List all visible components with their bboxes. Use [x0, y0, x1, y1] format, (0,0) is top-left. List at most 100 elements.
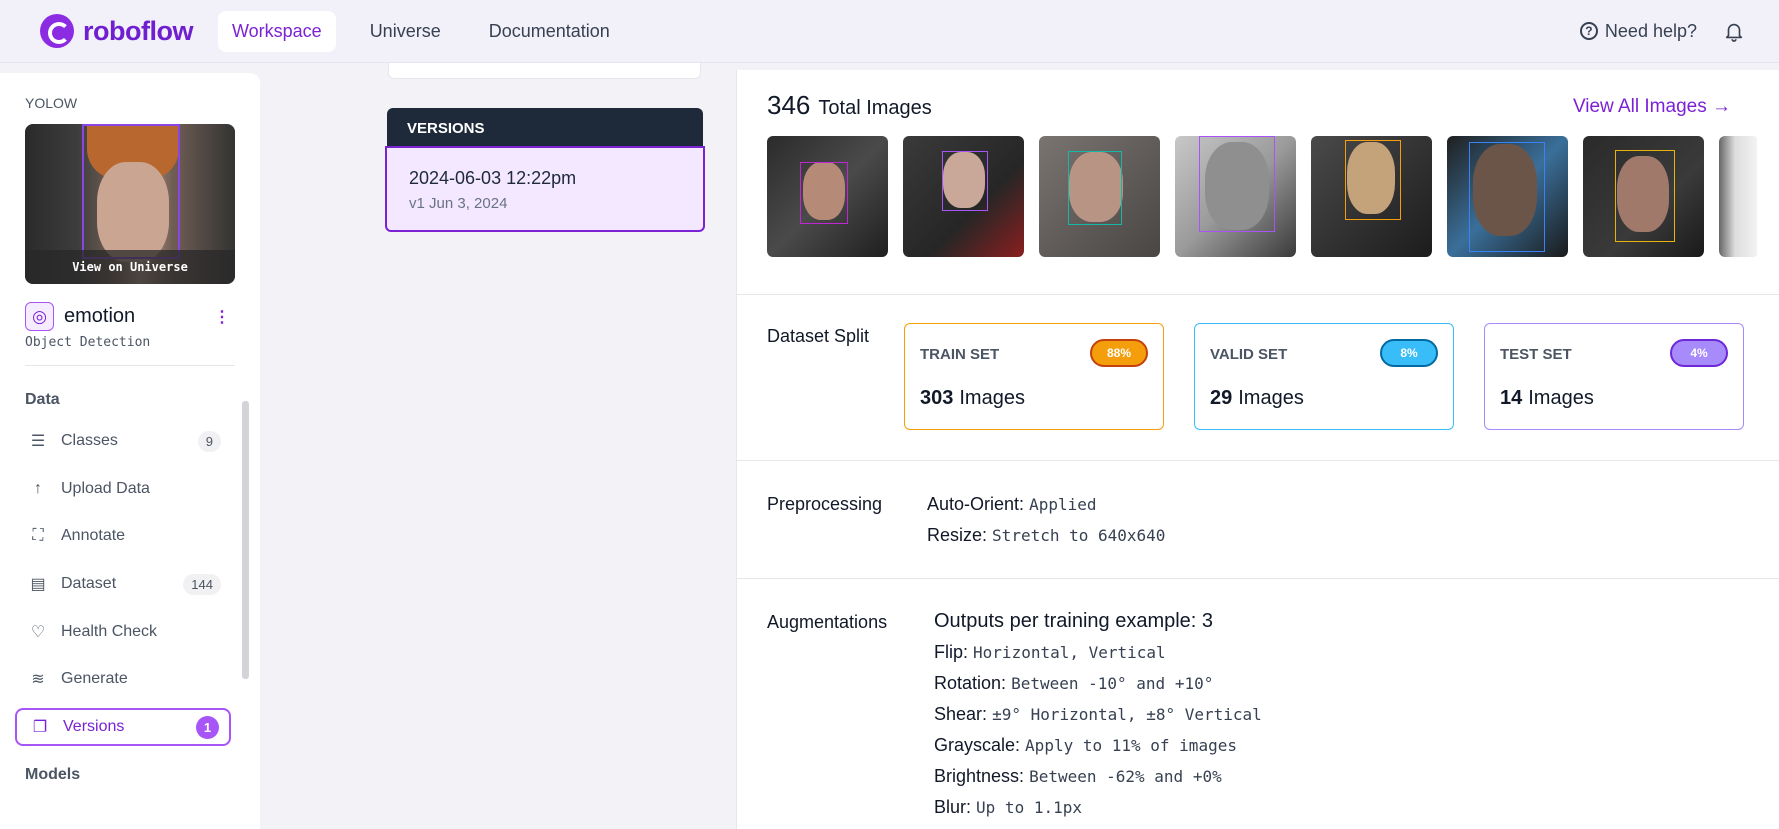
thumbnail-bounding-box [1345, 140, 1401, 220]
image-thumbnail[interactable] [1039, 136, 1160, 257]
sidebar-divider [25, 365, 235, 366]
image-thumbnail[interactable] [1447, 136, 1568, 257]
version-subtitle: v1 Jun 3, 2024 [409, 195, 508, 212]
dataset-count-badge: 144 [183, 573, 221, 595]
image-thumbnail[interactable] [1583, 136, 1704, 257]
more-options-icon[interactable]: ⋮ [209, 307, 235, 327]
section-title-models: Models [25, 766, 81, 783]
augmentations-outputs: Outputs per training example: 3 [934, 610, 1214, 632]
augmentation-key: Grayscale: [934, 735, 1021, 755]
sidebar-scrollbar[interactable] [242, 401, 249, 679]
sidebar-item-health-check[interactable]: ♡ Health Check [15, 613, 231, 651]
dataset-split-label: Dataset Split [767, 326, 870, 346]
total-images: 346 Total Images [767, 90, 932, 121]
project-thumbnail[interactable]: View on Universe [25, 124, 235, 284]
sidebar-item-annotate[interactable]: ⛶ Annotate [15, 517, 231, 555]
version-item[interactable]: 2024-06-03 12:22pm v1 Jun 3, 2024 [385, 146, 705, 232]
sidebar-item-versions[interactable]: ❐ Versions 1 [15, 708, 231, 746]
sidebar-item-generate[interactable]: ≋ Generate [15, 660, 231, 698]
valid-set-count-value: 29 [1210, 387, 1233, 409]
image-thumbnail[interactable] [767, 136, 888, 257]
sidebar-item-label: Versions [63, 718, 125, 735]
bell-icon[interactable] [1723, 20, 1745, 42]
image-thumbnail[interactable] [903, 136, 1024, 257]
nav-links: Workspace Universe Documentation [217, 10, 644, 52]
train-set-badge: 88% [1090, 339, 1148, 367]
train-set-title: TRAIN SET [920, 346, 1000, 363]
logo-text: roboflow [83, 15, 193, 46]
train-set-card: TRAIN SET 88% 303 Images [904, 323, 1164, 430]
augmentation-key: Brightness: [934, 766, 1025, 786]
question-icon: ? [1579, 22, 1598, 40]
valid-set-card: VALID SET 8% 29 Images [1194, 323, 1454, 430]
test-set-count-unit: Images [1528, 387, 1594, 409]
sidebar-item-dataset[interactable]: ▤ Dataset 144 [15, 565, 231, 603]
list-icon: ☰ [30, 433, 46, 450]
test-set-title: TEST SET [1500, 346, 1572, 363]
train-set-count: 303 Images [920, 387, 1025, 410]
augmentation-key: Rotation: [934, 673, 1007, 693]
globe-icon: ◎ [25, 302, 54, 331]
sidebar-item-classes[interactable]: ☰ Classes 9 [15, 422, 231, 460]
sidebar-item-label: Annotate [61, 527, 126, 544]
health-check-icon: ♡ [30, 624, 46, 641]
preprocessing-key: Resize: [927, 525, 988, 545]
image-thumbnail[interactable] [1175, 136, 1296, 257]
nav-link-documentation[interactable]: Documentation [475, 11, 624, 52]
generate-icon: ≋ [31, 671, 45, 688]
view-on-universe-link[interactable]: View on Universe [25, 250, 235, 284]
image-thumbnail[interactable] [1311, 136, 1432, 257]
sidebar-item-label: Generate [61, 670, 128, 687]
preprocessing-value: Applied [1029, 495, 1097, 514]
nav-link-workspace[interactable]: Workspace [217, 10, 336, 52]
augmentation-key: Shear: [934, 704, 988, 724]
augmentation-value: Up to 1.1px [976, 798, 1082, 817]
thumbnail-bounding-box [1615, 150, 1675, 242]
image-thumbnail-strip [767, 136, 1757, 258]
roboflow-logo[interactable]: roboflow [40, 14, 193, 48]
augmentation-brightness: Brightness: Between -62% and +0% [934, 766, 1222, 787]
augmentation-blur: Blur: Up to 1.1px [934, 797, 1082, 818]
sidebar-item-label: Upload Data [61, 480, 150, 497]
versions-header: VERSIONS [387, 108, 703, 148]
train-set-count-value: 303 [920, 387, 954, 409]
view-all-images-link[interactable]: View All Images → [1573, 96, 1731, 118]
image-thumbnail[interactable] [1719, 136, 1757, 257]
test-set-count-value: 14 [1500, 387, 1523, 409]
valid-set-title: VALID SET [1210, 346, 1288, 363]
augmentation-value: Between -10° and +10° [1011, 674, 1214, 693]
section-title-data: Data [25, 391, 60, 408]
preprocessing-value: Stretch to 640x640 [992, 526, 1166, 545]
workspace-name: YOLOW [25, 95, 78, 111]
thumbnail-bounding-box [1068, 151, 1122, 225]
total-images-label: Total Images [818, 97, 932, 119]
total-images-count: 346 [767, 90, 811, 120]
test-set-count: 14 Images [1500, 387, 1594, 410]
sidebar-item-label: Health Check [61, 623, 158, 640]
need-help-label: Need help? [1604, 20, 1697, 41]
preprocessing-key: Auto-Orient: [927, 494, 1025, 514]
augmentation-grayscale: Grayscale: Apply to 11% of images [934, 735, 1237, 756]
need-help-button[interactable]: ? Need help? [1579, 20, 1697, 42]
valid-set-count-unit: Images [1238, 387, 1304, 409]
section-divider [737, 460, 1779, 461]
valid-set-count: 29 Images [1210, 387, 1304, 410]
versions-count-badge: 1 [196, 715, 219, 739]
augmentation-key: Blur: [934, 797, 972, 817]
augmentation-value: Horizontal, Vertical [973, 643, 1166, 662]
project-header: ◎ emotion ⋮ [25, 302, 235, 331]
augmentations-label: Augmentations [767, 612, 888, 632]
nav-link-universe[interactable]: Universe [356, 11, 455, 52]
versions-icon: ❐ [32, 719, 48, 736]
thumbnail-bounding-box [942, 151, 988, 211]
version-name: 2024-06-03 12:22pm [409, 168, 577, 188]
project-type: Object Detection [25, 335, 151, 350]
sidebar-item-upload-data[interactable]: ↑ Upload Data [15, 470, 231, 508]
classes-count-badge: 9 [197, 430, 221, 452]
project-name: emotion [64, 305, 136, 327]
thumbnail-bounding-box [1469, 142, 1545, 252]
augmentation-key: Flip: [934, 642, 969, 662]
version-search-card [388, 63, 701, 79]
preprocessing-label: Preprocessing [767, 494, 883, 514]
thumbnail-bounding-box [82, 124, 180, 259]
